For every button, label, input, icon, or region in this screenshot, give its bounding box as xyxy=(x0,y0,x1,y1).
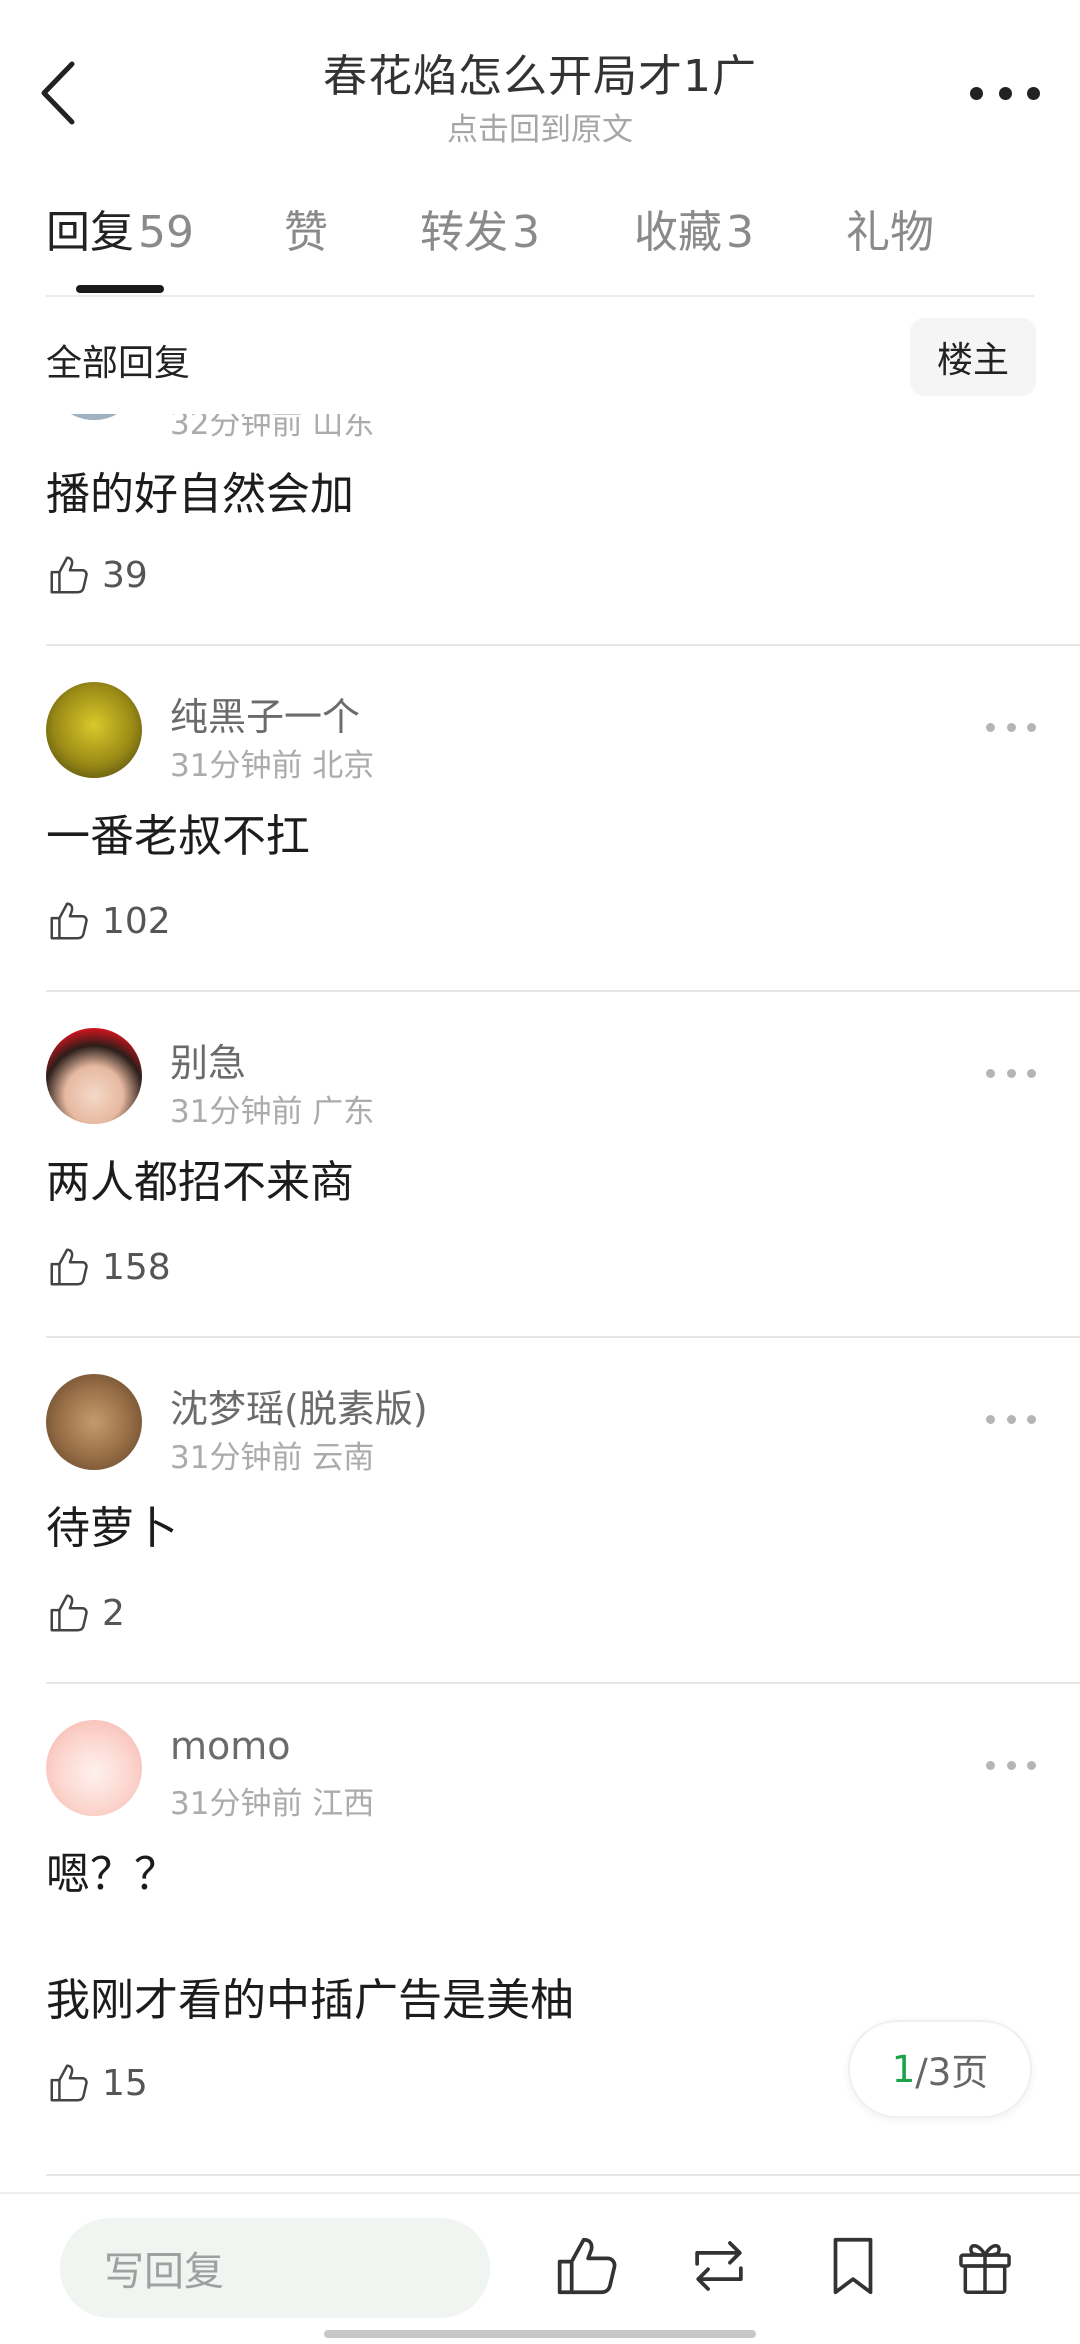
comment-more-icon[interactable] xyxy=(986,720,1036,734)
like-button[interactable]: 15 xyxy=(46,2058,148,2108)
more-options-icon[interactable] xyxy=(970,78,1040,108)
like-count: 15 xyxy=(102,2062,148,2104)
tab-likes[interactable]: 赞 xyxy=(284,196,328,260)
divider xyxy=(46,2174,1080,2176)
comment-text: 播的好自然会加 xyxy=(46,469,354,520)
tabs-divider xyxy=(46,295,1034,297)
divider xyxy=(46,990,1080,992)
filter-bar: 全部回复 楼主 xyxy=(0,298,1080,414)
gift-icon[interactable] xyxy=(950,2230,1020,2302)
thumbs-up-icon xyxy=(50,1594,88,1632)
thumbs-up-icon xyxy=(50,2064,88,2102)
comment-text: 待萝卜 xyxy=(46,1503,178,1554)
comment-more-icon[interactable] xyxy=(986,1066,1036,1080)
back-to-original-link[interactable]: 点击回到原文 xyxy=(0,104,1080,149)
active-tab-indicator xyxy=(76,285,164,293)
divider xyxy=(46,1682,1080,1684)
like-button[interactable]: 158 xyxy=(46,1242,171,1292)
comment-meta: 31分钟前 北京 xyxy=(170,748,375,784)
op-only-button[interactable]: 楼主 xyxy=(910,318,1036,396)
comment-username[interactable]: 沈梦瑶(脱素版) xyxy=(170,1378,428,1433)
total-pages: /3页 xyxy=(915,2051,989,2094)
comment-text: 嗯？？ xyxy=(46,1849,178,1900)
thumbs-up-icon xyxy=(50,1248,88,1286)
like-count: 2 xyxy=(102,1592,125,1634)
like-count: 102 xyxy=(102,900,171,942)
comment-meta: 31分钟前 云南 xyxy=(170,1440,375,1476)
like-count: 158 xyxy=(102,1246,171,1288)
tab-gifts[interactable]: 礼物 xyxy=(846,196,934,260)
reply-input[interactable]: 写回复 xyxy=(60,2218,490,2318)
comment-meta: 31分钟前 江西 xyxy=(170,1786,375,1822)
like-button[interactable]: 2 xyxy=(46,1588,125,1638)
current-page: 1 xyxy=(891,2047,916,2091)
like-button[interactable]: 102 xyxy=(46,896,171,946)
page-indicator[interactable]: 1/3页 xyxy=(848,2020,1032,2118)
like-button[interactable]: 39 xyxy=(46,550,148,600)
thumbs-up-icon xyxy=(50,902,88,940)
comment-more-icon[interactable] xyxy=(986,1758,1036,1772)
home-indicator xyxy=(324,2330,756,2338)
post-title[interactable]: 春花焰怎么开局才1广 xyxy=(0,40,1080,104)
avatar[interactable] xyxy=(46,1374,142,1470)
repost-icon[interactable] xyxy=(684,2230,754,2302)
like-count: 39 xyxy=(102,554,148,596)
tab-bar: 回复59 赞 转发3 收藏3 礼物 xyxy=(46,196,1046,296)
tab-reposts[interactable]: 转发3 xyxy=(420,196,540,260)
comment-text-line2: 我刚才看的中插广告是美柚 xyxy=(46,1975,574,2026)
avatar[interactable] xyxy=(46,1720,142,1816)
top-nav-bar: 春花焰怎么开局才1广 点击回到原文 xyxy=(0,0,1080,180)
comment-meta: 31分钟前 广东 xyxy=(170,1094,375,1130)
comment-username[interactable]: 纯黑子一个 xyxy=(170,686,360,741)
like-icon[interactable] xyxy=(552,2230,622,2302)
comment-text: 一番老叔不扛 xyxy=(46,811,310,862)
comment-more-icon[interactable] xyxy=(986,1412,1036,1426)
divider xyxy=(46,1336,1080,1338)
tab-replies[interactable]: 回复59 xyxy=(46,196,194,260)
comment-username[interactable]: 别急 xyxy=(170,1032,246,1087)
tab-favorites[interactable]: 收藏3 xyxy=(634,196,754,260)
divider xyxy=(46,644,1080,646)
avatar[interactable] xyxy=(46,1028,142,1124)
avatar[interactable] xyxy=(46,682,142,778)
comment-text: 两人都招不来商 xyxy=(46,1157,354,1208)
bottom-action-bar: 写回复 xyxy=(0,2192,1080,2344)
comment-username[interactable]: momo xyxy=(170,1724,291,1768)
all-replies-label: 全部回复 xyxy=(46,343,191,384)
thumbs-up-icon xyxy=(50,556,88,594)
bookmark-icon[interactable] xyxy=(818,2230,888,2302)
